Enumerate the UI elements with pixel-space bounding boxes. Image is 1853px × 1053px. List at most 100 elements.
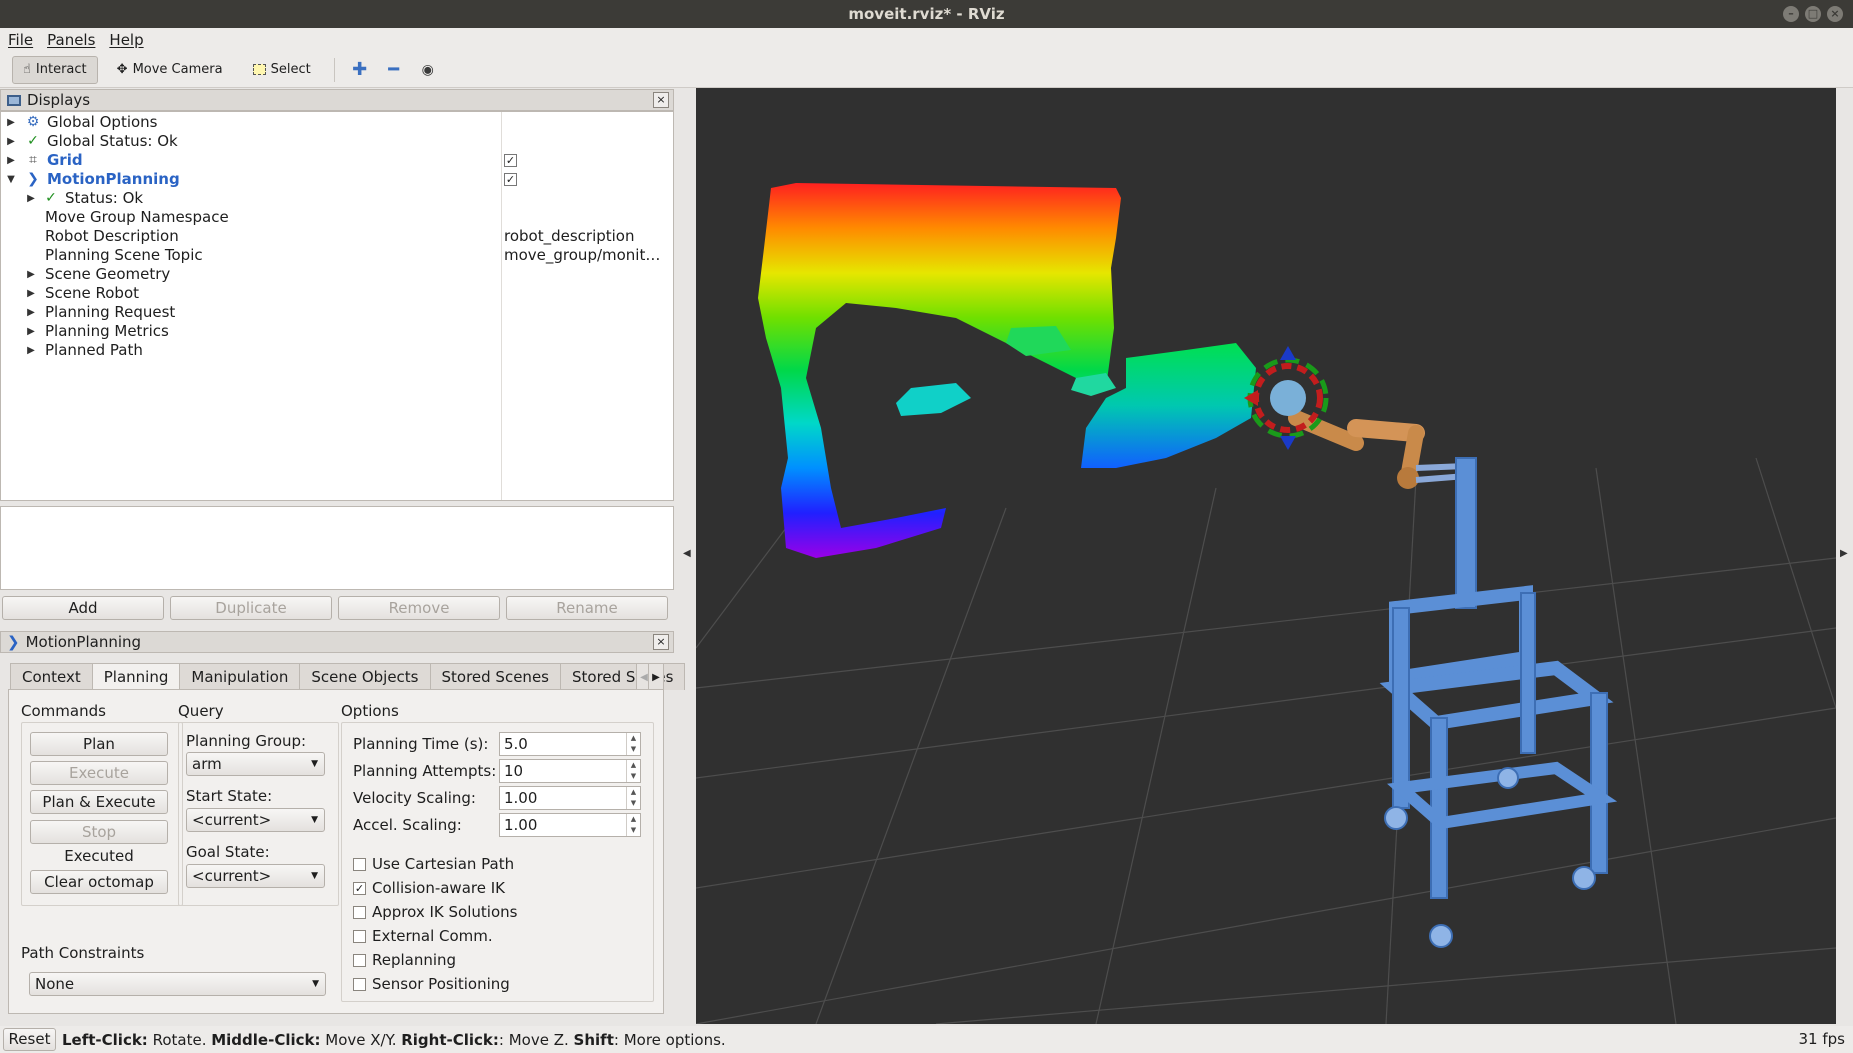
replanning-checkbox[interactable]: Replanning <box>353 951 456 969</box>
checkbox-box[interactable] <box>353 977 366 991</box>
approx-ik-solutions-checkbox[interactable]: Approx IK Solutions <box>353 903 517 921</box>
tree-row-motion-planning[interactable]: ▼ ❯ MotionPlanning ✓ <box>1 170 673 189</box>
expand-arrow-icon[interactable]: ▶ <box>25 189 37 208</box>
velocity-scaling-input[interactable]: 1.00 ▲ ▼ <box>499 786 641 810</box>
select-tool-button[interactable]: Select <box>242 56 322 84</box>
plan-button[interactable]: Plan <box>30 732 168 756</box>
tree-row-global-options[interactable]: ▶ ⚙ Global Options <box>1 113 673 132</box>
minimize-icon[interactable]: – <box>1783 6 1799 22</box>
expand-arrow-icon[interactable]: ▶ <box>5 113 17 132</box>
tree-row-grid[interactable]: ▶ ⌗ Grid ✓ <box>1 151 673 170</box>
tree-row-robot-description[interactable]: Robot Description robot_description <box>1 227 673 246</box>
render-viewport[interactable] <box>696 88 1836 1024</box>
tab-context[interactable]: Context <box>10 663 93 690</box>
checkmark-icon: ✓ <box>45 190 57 206</box>
move-camera-icon: ✥ <box>116 62 128 77</box>
tree-row-move-group-namespace[interactable]: Move Group Namespace <box>1 208 673 227</box>
tab-stored-scenes[interactable]: Stored Scenes <box>429 663 561 690</box>
menu-file[interactable]: File <box>8 31 33 49</box>
checkbox-box[interactable] <box>353 953 366 967</box>
start-state-combo[interactable]: <current> ▼ <box>186 808 325 832</box>
chevron-down-icon: ▼ <box>311 815 318 825</box>
tree-row-planning-scene-topic[interactable]: Planning Scene Topic move_group/monitor.… <box>1 246 673 265</box>
expand-arrow-icon[interactable]: ▶ <box>5 151 17 170</box>
checkbox-box[interactable]: ✓ <box>353 881 366 895</box>
motion-planning-close-icon[interactable]: × <box>653 634 669 650</box>
hint-right-click-key: Right-Click: <box>401 1030 499 1049</box>
collision-aware-ik-checkbox[interactable]: ✓ Collision-aware IK <box>353 879 505 897</box>
move-camera-tool-button[interactable]: ✥ Move Camera <box>106 56 234 84</box>
tab-scene-objects[interactable]: Scene Objects <box>299 663 431 690</box>
external-comm-checkbox[interactable]: External Comm. <box>353 927 493 945</box>
planning-attempts-input[interactable]: 10 ▲ ▼ <box>499 759 641 783</box>
remove-tool-icon[interactable]: ━ <box>381 57 407 83</box>
spin-arrows-icon[interactable]: ▲ ▼ <box>626 787 640 809</box>
collapse-right-icon[interactable]: ▶ <box>1840 548 1850 559</box>
path-constraints-combo[interactable]: None ▼ <box>29 972 326 996</box>
expand-arrow-icon[interactable]: ▶ <box>25 284 37 303</box>
menu-help[interactable]: Help <box>109 31 143 49</box>
eye-view-icon[interactable]: ◉ <box>415 57 441 83</box>
expand-arrow-icon[interactable]: ▶ <box>25 322 37 341</box>
goal-state-combo[interactable]: <current> ▼ <box>186 864 325 888</box>
expand-arrow-icon[interactable]: ▶ <box>25 265 37 284</box>
close-window-icon[interactable]: × <box>1827 6 1843 22</box>
checkbox-box[interactable] <box>353 857 366 871</box>
tab-planning[interactable]: Planning <box>91 663 181 691</box>
motion-planning-panel-title: MotionPlanning <box>25 633 142 651</box>
move-camera-label: Move Camera <box>132 62 223 77</box>
maximize-icon[interactable]: □ <box>1805 6 1821 22</box>
menu-panels[interactable]: Panels <box>47 31 95 49</box>
remove-display-button[interactable]: Remove <box>338 596 500 620</box>
motion-planning-panel-header: ❯ MotionPlanning × <box>0 631 674 653</box>
expand-arrow-icon[interactable]: ▶ <box>25 341 37 360</box>
planning-group-combo[interactable]: arm ▼ <box>186 752 325 776</box>
tree-row-planning-metrics[interactable]: ▶ Planning Metrics <box>1 322 673 341</box>
reset-button[interactable]: Reset <box>3 1028 56 1051</box>
chevron-down-icon: ▼ <box>311 871 318 881</box>
plan-execute-button[interactable]: Plan & Execute <box>30 790 168 814</box>
sensor-positioning-checkbox[interactable]: Sensor Positioning <box>353 975 510 993</box>
tree-row-scene-geometry[interactable]: ▶ Scene Geometry <box>1 265 673 284</box>
planning-time-input[interactable]: 5.0 ▲ ▼ <box>499 732 641 756</box>
accel-scaling-input[interactable]: 1.00 ▲ ▼ <box>499 813 641 837</box>
tree-row-value[interactable]: move_group/monitor... <box>504 246 669 265</box>
displays-close-icon[interactable]: × <box>653 92 669 108</box>
tree-row-global-status[interactable]: ▶ ✓ Global Status: Ok <box>1 132 673 151</box>
select-box-icon <box>252 64 266 75</box>
tab-scroll-right-icon[interactable]: ▶ <box>648 663 664 690</box>
clear-octomap-button[interactable]: Clear octomap <box>30 870 168 894</box>
expand-arrow-icon[interactable]: ▶ <box>25 303 37 322</box>
tree-row-planning-request[interactable]: ▶ Planning Request <box>1 303 673 322</box>
tree-row-label: Global Options <box>47 113 158 131</box>
add-display-button[interactable]: Add <box>2 596 164 620</box>
collapse-arrow-icon[interactable]: ▼ <box>5 170 17 189</box>
checkbox-box[interactable] <box>353 905 366 919</box>
rename-display-button[interactable]: Rename <box>506 596 668 620</box>
stop-button[interactable]: Stop <box>30 820 168 844</box>
displays-button-row: Add Duplicate Remove Rename <box>2 596 668 620</box>
tree-row-status[interactable]: ▶ ✓ Status: Ok <box>1 189 673 208</box>
grid-enable-checkbox[interactable]: ✓ <box>504 154 517 167</box>
interact-tool-button[interactable]: ☝ Interact <box>12 55 98 84</box>
checkbox-box[interactable] <box>353 929 366 943</box>
tab-stored-states[interactable]: Stored States <box>559 663 686 690</box>
motion-planning-panel-icon: ❯ <box>7 633 20 651</box>
path-constraints-value: None <box>35 975 75 993</box>
start-state-label: Start State: <box>186 787 273 805</box>
add-tool-icon[interactable]: ✚ <box>347 57 373 83</box>
spin-arrows-icon[interactable]: ▲ ▼ <box>626 760 640 782</box>
spin-arrows-icon[interactable]: ▲ ▼ <box>626 733 640 755</box>
tab-manipulation[interactable]: Manipulation <box>179 663 301 690</box>
hint-shift-desc: : More options. <box>613 1030 726 1049</box>
expand-arrow-icon[interactable]: ▶ <box>5 132 17 151</box>
motion-planning-enable-checkbox[interactable]: ✓ <box>504 173 517 186</box>
execute-button[interactable]: Execute <box>30 761 168 785</box>
tree-row-planned-path[interactable]: ▶ Planned Path <box>1 341 673 360</box>
collapse-left-icon[interactable]: ◀ <box>683 548 693 559</box>
tree-row-scene-robot[interactable]: ▶ Scene Robot <box>1 284 673 303</box>
tree-row-value[interactable]: robot_description <box>504 227 669 246</box>
duplicate-display-button[interactable]: Duplicate <box>170 596 332 620</box>
spin-arrows-icon[interactable]: ▲ ▼ <box>626 814 640 836</box>
use-cartesian-path-checkbox[interactable]: Use Cartesian Path <box>353 855 514 873</box>
